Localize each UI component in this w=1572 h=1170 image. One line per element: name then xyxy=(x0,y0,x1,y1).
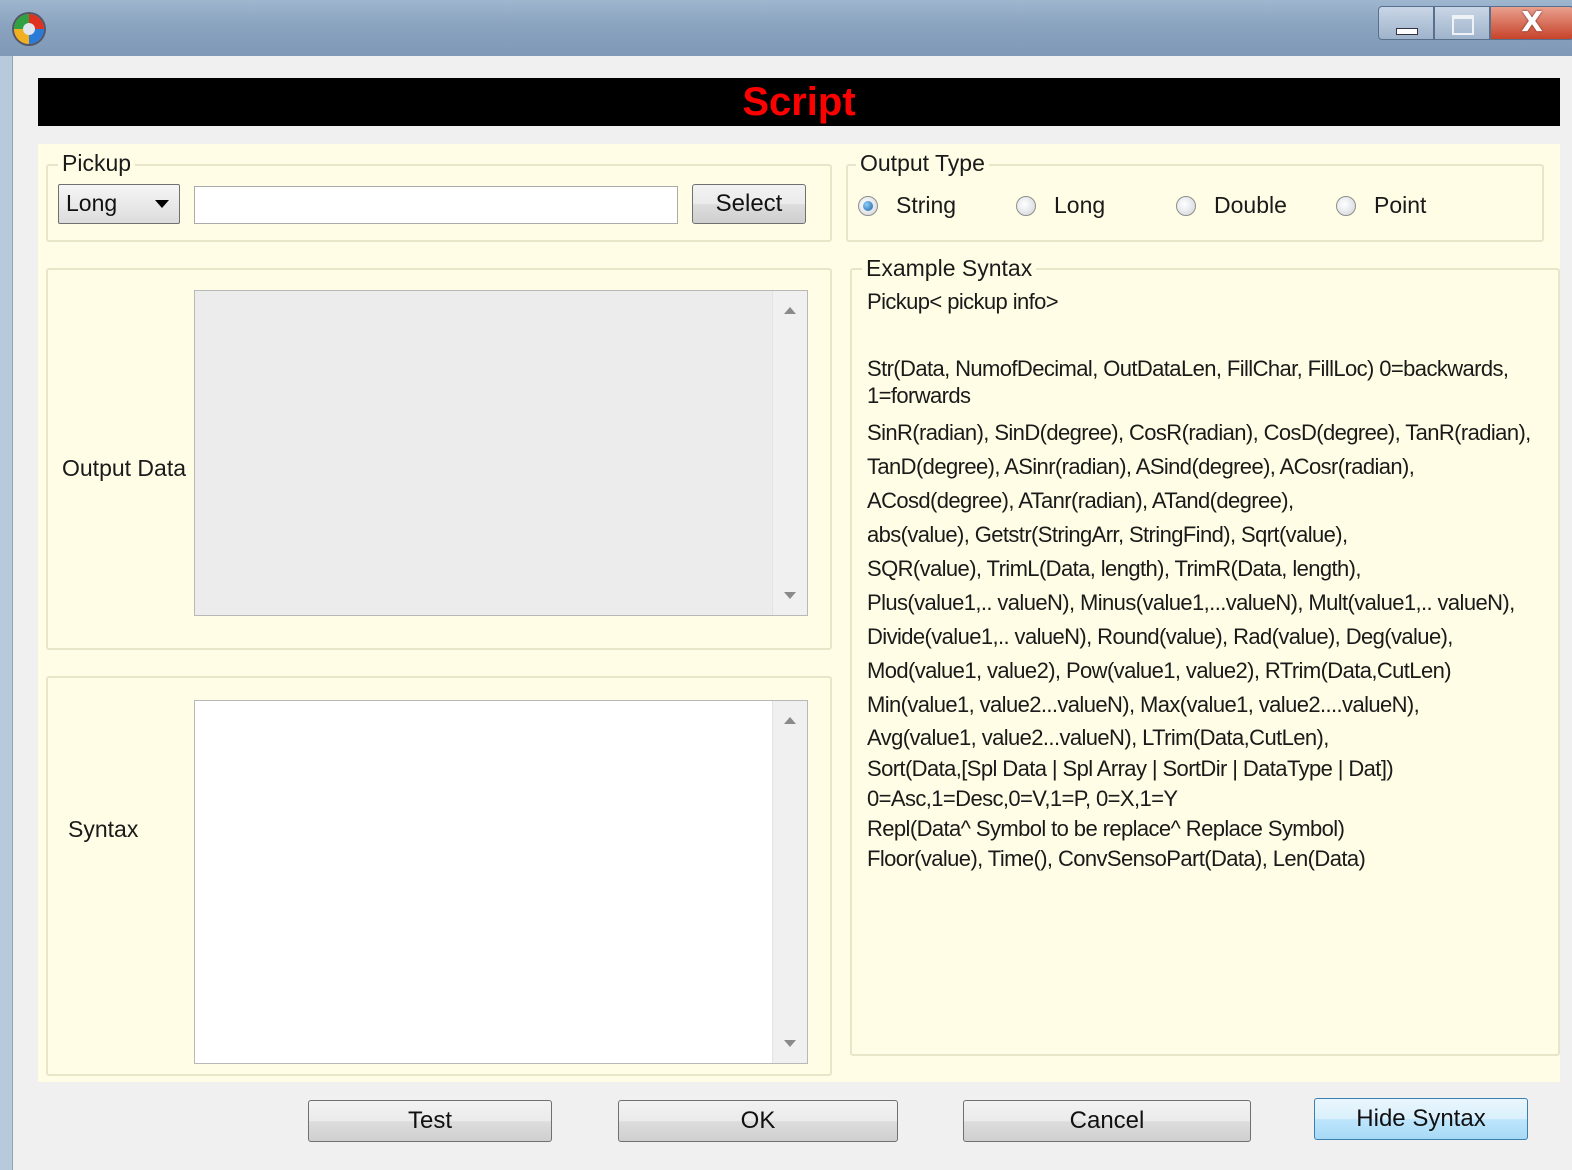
close-icon: X xyxy=(1521,5,1543,38)
pickup-input[interactable] xyxy=(194,186,678,224)
script-banner: Script xyxy=(38,78,1560,126)
scroll-down-icon[interactable] xyxy=(784,1040,796,1047)
syntax-label: Syntax xyxy=(68,816,139,842)
syntax-line: Str(Data, NumofDecimal, OutDataLen, Fill… xyxy=(867,356,1509,381)
scroll-up-icon[interactable] xyxy=(784,307,796,314)
ok-button[interactable]: OK xyxy=(618,1100,898,1142)
maximize-button[interactable] xyxy=(1434,6,1490,40)
scroll-down-icon[interactable] xyxy=(784,592,796,599)
syntax-line: 1=forwards xyxy=(867,383,971,408)
chevron-down-icon[interactable] xyxy=(155,200,169,208)
syntax-line: Pickup< pickup info> xyxy=(867,289,1059,314)
radio-double-label: Double xyxy=(1214,192,1287,218)
radio-double-circle[interactable] xyxy=(1176,196,1196,216)
example-syntax-text: Pickup< pickup info> Str(Data, NumofDeci… xyxy=(867,288,1547,874)
radio-string-label: String xyxy=(896,192,957,218)
radio-point-label: Point xyxy=(1374,192,1427,218)
syntax-line: Mod(value1, value2), Pow(value1, value2)… xyxy=(867,658,1452,683)
select-button[interactable]: Select xyxy=(692,184,806,224)
syntax-line: 0=Asc,1=Desc,0=V,1=P, 0=X,1=Y xyxy=(867,786,1178,811)
pickup-legend: Pickup xyxy=(58,150,136,177)
syntax-line: abs(value), Getstr(StringArr, StringFind… xyxy=(867,522,1348,547)
cancel-button[interactable]: Cancel xyxy=(963,1100,1251,1142)
syntax-line: ACosd(degree), ATanr(radian), ATand(degr… xyxy=(867,488,1294,513)
radio-point-circle[interactable] xyxy=(1336,196,1356,216)
minimize-button[interactable] xyxy=(1378,6,1434,40)
syntax-line: Divide(value1,.. valueN), Round(value), … xyxy=(867,624,1453,649)
syntax-textarea[interactable] xyxy=(194,700,808,1064)
test-button[interactable]: Test xyxy=(308,1100,552,1142)
syntax-line xyxy=(867,315,1547,355)
radio-long-circle[interactable] xyxy=(1016,196,1036,216)
syntax-line: SQR(value), TrimL(Data, length), TrimR(D… xyxy=(867,556,1362,581)
syntax-line: Plus(value1,.. valueN), Minus(value1,...… xyxy=(867,590,1515,615)
syntax-line: SinR(radian), SinD(degree), CosR(radian)… xyxy=(867,420,1531,445)
syntax-line: Floor(value), Time(), ConvSensoPart(Data… xyxy=(867,846,1366,871)
example-syntax-legend: Example Syntax xyxy=(862,255,1037,282)
syntax-scrollbar[interactable] xyxy=(772,701,807,1063)
syntax-line: Repl(Data^ Symbol to be replace^ Replace… xyxy=(867,816,1345,841)
syntax-line: Min(value1, value2...valueN), Max(value1… xyxy=(867,692,1420,717)
syntax-line: Sort(Data,[Spl Data | Spl Array | SortDi… xyxy=(867,756,1394,781)
close-button[interactable]: X xyxy=(1490,5,1572,40)
syntax-line: Avg(value1, value2...valueN), LTrim(Data… xyxy=(867,725,1329,750)
output-data-textarea[interactable] xyxy=(194,290,808,616)
app-logo-icon[interactable] xyxy=(14,14,44,44)
hide-syntax-button[interactable]: Hide Syntax xyxy=(1314,1098,1528,1140)
pickup-type-dropdown[interactable]: Long xyxy=(58,184,180,224)
output-data-scrollbar[interactable] xyxy=(772,291,807,615)
radio-string-circle[interactable] xyxy=(858,196,878,216)
output-type-legend: Output Type xyxy=(856,150,989,177)
radio-long-label: Long xyxy=(1054,192,1106,218)
banner-title: Script xyxy=(742,80,856,124)
pickup-type-value: Long xyxy=(66,190,118,216)
scroll-up-icon[interactable] xyxy=(784,717,796,724)
syntax-line: TanD(degree), ASinr(radian), ASind(degre… xyxy=(867,454,1415,479)
output-data-label: Output Data xyxy=(62,455,187,481)
title-bar: X xyxy=(0,0,1572,56)
